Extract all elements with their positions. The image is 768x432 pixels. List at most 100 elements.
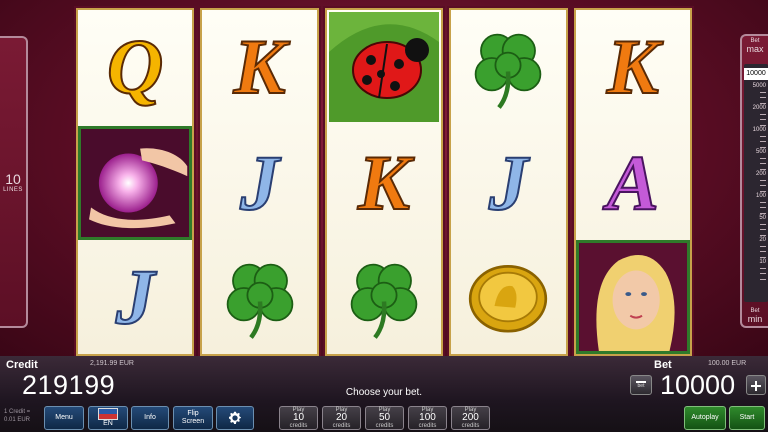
start-label: Start <box>739 414 755 421</box>
play-10-credits-button[interactable]: Play 10 credits <box>279 406 318 430</box>
bet-max-label: max <box>746 44 764 54</box>
symbol-clover <box>202 240 316 354</box>
symbol-k: K <box>233 23 287 110</box>
play-button-unit: credits <box>418 423 437 429</box>
flip-screen-label-2: Screen <box>181 418 205 425</box>
play-button-unit: credits <box>375 423 394 429</box>
gold-coin-icon <box>469 265 548 333</box>
language-label: EN <box>103 420 113 427</box>
control-bar: Credit 2,191.99 EUR 219199 Choose your b… <box>0 356 768 432</box>
reel-1: Q J <box>76 8 195 356</box>
bet-level-tick <box>760 168 766 170</box>
bet-level-tick <box>760 102 766 104</box>
bet-level-tick <box>760 91 766 93</box>
credit-rate: 1 Credit = 0.01 EUR <box>4 408 30 424</box>
bet-level-tick <box>760 267 766 269</box>
gear-icon <box>229 411 241 424</box>
language-button[interactable]: EN <box>88 406 128 430</box>
play-button-value: 10 <box>292 412 305 423</box>
flip-screen-label-1: Flip <box>187 410 199 417</box>
bet-level-label[interactable]: 200 <box>756 171 766 177</box>
autoplay-label: Autoplay <box>691 414 719 421</box>
bet-level-label[interactable]: 5000 <box>753 83 766 89</box>
bet-level-label[interactable]: 500 <box>756 149 766 155</box>
bet-level-tick <box>760 113 766 115</box>
bet-slider-bottom[interactable]: Bet min <box>742 308 768 324</box>
bet-level-tick <box>760 251 766 252</box>
reel-2: K J <box>200 8 319 356</box>
bet-level-tick <box>760 212 766 214</box>
bet-level-tick <box>760 229 766 230</box>
reel-5: K A <box>573 8 693 356</box>
bet-increase-button[interactable] <box>746 375 766 395</box>
bet-decrease-button[interactable]: bet <box>630 375 652 395</box>
lady-portrait-icon <box>575 240 691 354</box>
symbol-clover <box>451 10 565 124</box>
bet-level-tick <box>760 124 766 126</box>
bet-slider-selected[interactable]: 10000 <box>744 68 768 80</box>
game-stage: 10 LINES Q J K J K J K A Bet max 10000 5… <box>0 0 768 356</box>
bet-slider[interactable]: Bet max 10000 5000 2000 1000 500 200 100 50 20 1… <box>740 34 768 328</box>
bet-level-label[interactable]: 1000 <box>753 127 766 133</box>
symbol-j: J <box>239 139 280 226</box>
bet-level-tick <box>760 135 766 137</box>
clover-icon <box>350 263 418 339</box>
bet-level-tick <box>760 207 766 208</box>
symbol-q: Q <box>106 23 164 110</box>
flag-icon <box>98 408 118 420</box>
bet-level-label[interactable]: 50 <box>759 215 766 221</box>
bet-slider-top[interactable]: Bet max <box>742 38 768 54</box>
reels-area: Q J K J K J K A <box>76 8 693 356</box>
bet-level-label[interactable]: 2000 <box>753 105 766 111</box>
bet-level-tick <box>760 245 766 247</box>
lines-value: 10 <box>5 171 21 187</box>
play-200-credits-button[interactable]: Play 200 credits <box>451 406 490 430</box>
bet-level-tick <box>760 119 766 120</box>
bet-level-tick <box>760 256 766 258</box>
play-button-value: 50 <box>378 412 391 423</box>
symbol-crystal-ball-hands <box>78 126 193 240</box>
credit-rate-line2: 0.01 EUR <box>4 417 31 423</box>
credit-rate-line1: 1 Credit = <box>4 409 31 415</box>
info-label: Info <box>144 414 156 421</box>
menu-label: Menu <box>55 414 73 421</box>
reel-4: J <box>449 8 568 356</box>
bet-level-tick <box>760 190 766 192</box>
bet-level-tick <box>760 97 766 98</box>
status-message: Choose your bet. <box>345 387 423 398</box>
lines-panel[interactable]: 10 LINES <box>0 36 28 328</box>
bet-level-label[interactable]: 20 <box>759 237 766 243</box>
bet-level-tick <box>760 163 766 164</box>
reel-3: K <box>324 8 444 356</box>
bet-level-tick <box>760 234 766 236</box>
play-button-value: 200 <box>462 412 479 423</box>
play-100-credits-button[interactable]: Play 100 credits <box>408 406 447 430</box>
symbol-clover <box>327 240 441 354</box>
lines-label: LINES <box>3 187 23 193</box>
bet-level-tick <box>760 179 766 181</box>
bet-min-label: min <box>747 314 763 324</box>
bet-level-label[interactable]: 100 <box>756 193 766 199</box>
symbol-ladybug <box>327 10 441 124</box>
flip-screen-button[interactable]: Flip Screen <box>173 406 213 430</box>
play-20-credits-button[interactable]: Play 20 credits <box>322 406 361 430</box>
play-button-unit: credits <box>461 423 480 429</box>
symbol-j: J <box>488 139 529 226</box>
bet-level-label[interactable]: 10 <box>759 259 766 265</box>
bet-level-tick <box>760 157 766 159</box>
settings-button[interactable] <box>216 406 254 430</box>
symbol-gold-coin <box>451 240 565 354</box>
bet-level-tick <box>760 223 766 225</box>
bet-slider-track[interactable]: 10000 5000 2000 1000 500 200 100 50 20 10 <box>744 64 768 302</box>
bet-eur: 100.00 EUR <box>708 360 747 367</box>
start-button[interactable]: Start <box>729 406 765 430</box>
bet-level-tick <box>760 201 766 203</box>
info-button[interactable]: Info <box>131 406 169 430</box>
play-button-unit: credits <box>332 423 351 429</box>
autoplay-button[interactable]: Autoplay <box>684 406 726 430</box>
play-50-credits-button[interactable]: Play 50 credits <box>365 406 404 430</box>
symbol-a: A <box>606 139 660 226</box>
symbol-k: K <box>606 23 660 110</box>
play-button-value: 100 <box>419 412 436 423</box>
menu-button[interactable]: Menu <box>44 406 84 430</box>
